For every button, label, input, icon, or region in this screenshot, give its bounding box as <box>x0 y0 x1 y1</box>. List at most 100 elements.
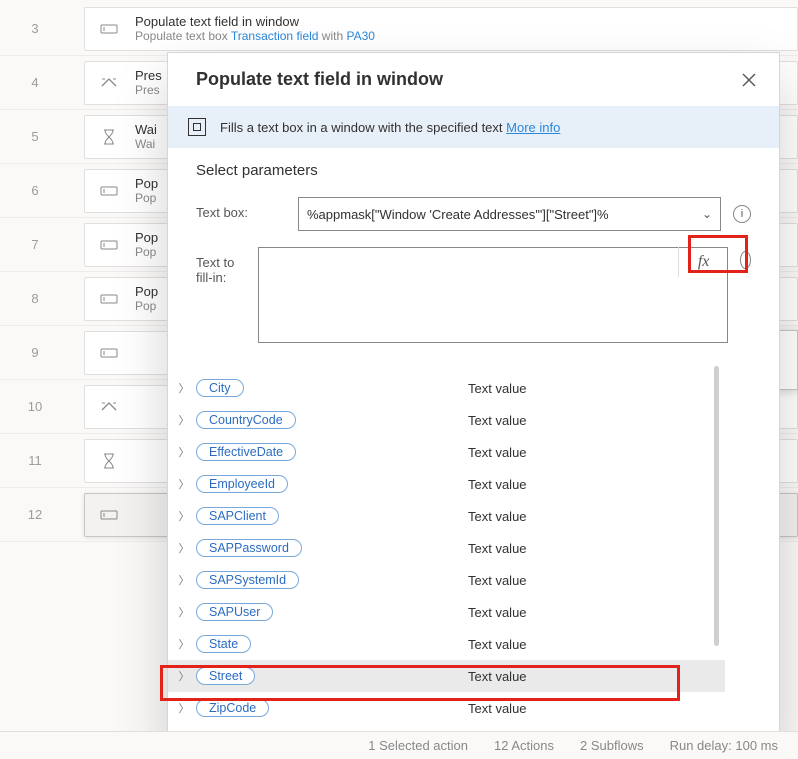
variable-type: Text value <box>468 381 527 396</box>
more-info-link[interactable]: More info <box>506 120 560 135</box>
textbox-info-icon[interactable]: i <box>733 205 751 223</box>
variable-pill[interactable]: SAPClient <box>196 507 279 525</box>
variable-pill[interactable]: City <box>196 379 244 397</box>
action-text: Populate text field in window Populate t… <box>135 14 375 44</box>
action-title: Populate text field in window <box>135 14 375 30</box>
info-text: Fills a text box in a window with the sp… <box>220 120 560 135</box>
variable-type: Text value <box>468 413 527 428</box>
variable-list: 〉 City Text value 〉 CountryCode Text val… <box>168 358 725 742</box>
variable-type: Text value <box>468 477 527 492</box>
action-text: Pop Pop <box>135 230 158 260</box>
variable-pill[interactable]: SAPSystemId <box>196 571 299 589</box>
step-number: 3 <box>0 21 70 36</box>
dialog-header: Populate text field in window <box>168 53 779 106</box>
step-number: 7 <box>0 237 70 252</box>
status-bar: 1 Selected action 12 Actions 2 Subflows … <box>0 731 798 759</box>
status-actions: 12 Actions <box>494 738 554 753</box>
action-title: Wai <box>135 122 157 138</box>
action-subtitle: Wai <box>135 137 157 151</box>
variable-pill[interactable]: Street <box>196 667 255 685</box>
step-number: 10 <box>0 399 70 414</box>
textfield-icon <box>99 505 119 525</box>
chevron-right-icon[interactable]: 〉 <box>176 412 192 428</box>
variable-pill[interactable]: SAPPassword <box>196 539 302 557</box>
chevron-right-icon[interactable]: 〉 <box>176 508 192 524</box>
textfield-icon <box>99 19 119 39</box>
chevron-right-icon[interactable]: 〉 <box>176 636 192 652</box>
chevron-right-icon[interactable]: 〉 <box>176 540 192 556</box>
action-subtitle: Pop <box>135 245 158 259</box>
step-number: 4 <box>0 75 70 90</box>
status-selected: 1 Selected action <box>368 738 468 753</box>
action-text: Pres Pres <box>135 68 162 98</box>
keyboard-icon <box>99 73 119 93</box>
chevron-right-icon[interactable]: 〉 <box>176 444 192 460</box>
fillin-label: Text to fill-in: <box>196 247 246 285</box>
step-number: 11 <box>0 453 70 468</box>
fillin-row: Text to fill-in: fx i <box>196 247 751 346</box>
textbox-row: Text box: %appmask["Window 'Create Addre… <box>196 197 751 231</box>
variable-type: Text value <box>468 509 527 524</box>
variable-pill[interactable]: CountryCode <box>196 411 296 429</box>
variable-pill[interactable]: EffectiveDate <box>196 443 296 461</box>
variable-type: Text value <box>468 669 527 684</box>
fx-button[interactable]: fx <box>678 247 728 277</box>
textfield-icon <box>99 181 119 201</box>
action-title: Pop <box>135 176 158 192</box>
textfield-icon <box>99 289 119 309</box>
action-subtitle: Pop <box>135 299 158 313</box>
variable-type: Text value <box>468 701 527 716</box>
status-delay: Run delay: 100 ms <box>670 738 778 753</box>
close-icon[interactable] <box>739 70 759 90</box>
variable-row[interactable]: 〉 SAPSystemId Text value <box>168 564 725 596</box>
step-number: 12 <box>0 507 70 522</box>
step-number: 6 <box>0 183 70 198</box>
variable-type: Text value <box>468 541 527 556</box>
variable-pill[interactable]: EmployeeId <box>196 475 288 493</box>
chevron-right-icon[interactable]: 〉 <box>176 700 192 716</box>
fillin-info-icon[interactable]: i <box>740 251 751 269</box>
action-title: Pres <box>135 68 162 84</box>
step-row[interactable]: 3 Populate text field in window Populate… <box>0 2 798 56</box>
variable-pill[interactable]: State <box>196 635 251 653</box>
variable-type: Text value <box>468 573 527 588</box>
variable-pill[interactable]: ZipCode <box>196 699 269 717</box>
chevron-right-icon[interactable]: 〉 <box>176 380 192 396</box>
variable-type: Text value <box>468 637 527 652</box>
action-text: Wai Wai <box>135 122 157 152</box>
textfield-icon <box>99 235 119 255</box>
info-bar: Fills a text box in a window with the sp… <box>168 106 779 148</box>
action-title: Pop <box>135 230 158 246</box>
action-text: Pop Pop <box>135 284 158 314</box>
textfield-icon <box>99 343 119 363</box>
variable-pill[interactable]: SAPUser <box>196 603 273 621</box>
step-number: 9 <box>0 345 70 360</box>
info-icon <box>188 118 206 136</box>
action-card[interactable]: Populate text field in window Populate t… <box>84 7 798 51</box>
chevron-down-icon: ⌄ <box>702 207 712 221</box>
variable-row[interactable]: 〉 Street Text value <box>168 660 725 692</box>
variable-row-cut <box>168 358 725 372</box>
variable-row[interactable]: 〉 State Text value <box>168 628 725 660</box>
action-text: Pop Pop <box>135 176 158 206</box>
chevron-right-icon[interactable]: 〉 <box>176 572 192 588</box>
variable-row[interactable]: 〉 SAPPassword Text value <box>168 532 725 564</box>
variable-row[interactable]: 〉 EmployeeId Text value <box>168 468 725 500</box>
fillin-input[interactable] <box>258 247 728 343</box>
chevron-right-icon[interactable]: 〉 <box>176 604 192 620</box>
status-subflows: 2 Subflows <box>580 738 644 753</box>
variable-row[interactable]: 〉 SAPUser Text value <box>168 596 725 628</box>
action-subtitle: Pop <box>135 191 158 205</box>
variable-row[interactable]: 〉 City Text value <box>168 372 725 404</box>
variable-type: Text value <box>468 605 527 620</box>
fillin-wrap: fx <box>258 247 728 346</box>
variable-row[interactable]: 〉 CountryCode Text value <box>168 404 725 436</box>
variable-row[interactable]: 〉 EffectiveDate Text value <box>168 436 725 468</box>
textbox-select[interactable]: %appmask["Window 'Create Addresses'"]["S… <box>298 197 721 231</box>
chevron-right-icon[interactable]: 〉 <box>176 668 192 684</box>
chevron-right-icon[interactable]: 〉 <box>176 476 192 492</box>
variable-row[interactable]: 〉 SAPClient Text value <box>168 500 725 532</box>
hourglass-icon <box>99 127 119 147</box>
variable-row[interactable]: 〉 ZipCode Text value <box>168 692 725 724</box>
hourglass-icon <box>99 451 119 471</box>
